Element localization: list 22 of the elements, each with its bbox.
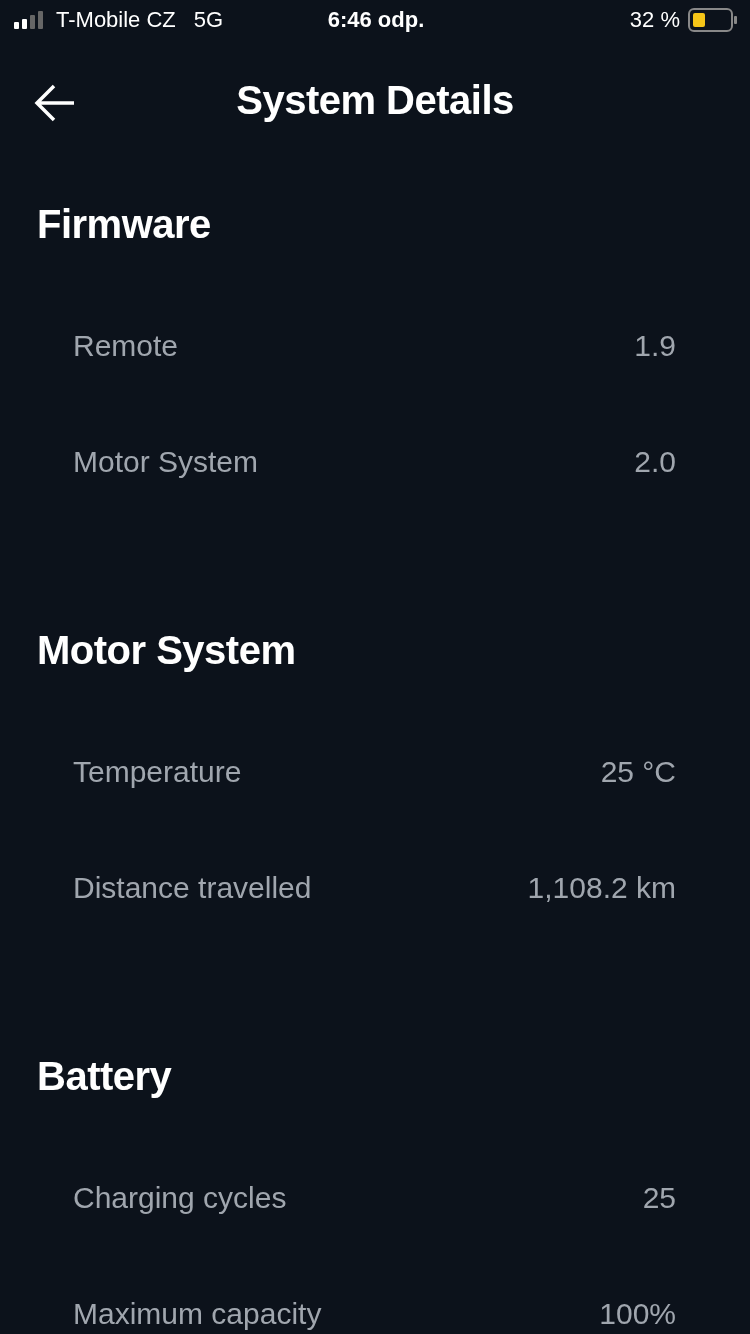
detail-value: 1,108.2 km xyxy=(527,871,676,905)
carrier-name: T-Mobile CZ xyxy=(56,7,176,33)
screen-title: System Details xyxy=(236,77,514,124)
section-title: Battery xyxy=(37,1054,172,1098)
detail-value: 1.9 xyxy=(634,329,676,363)
battery-percent: 32 % xyxy=(629,7,680,33)
detail-value: 25 °C xyxy=(600,755,676,789)
detail-label: Distance travelled xyxy=(73,871,312,905)
network-type: 5G xyxy=(193,7,224,33)
section-title: Motor System xyxy=(37,628,296,672)
detail-label: Charging cycles xyxy=(73,1181,287,1215)
detail-value: 25 xyxy=(642,1181,676,1215)
detail-label: Maximum capacity xyxy=(73,1297,322,1331)
detail-label: Remote xyxy=(73,329,179,363)
clock-time: 6:46 odp. xyxy=(327,7,425,32)
signal-icon xyxy=(14,11,46,29)
detail-label: Temperature xyxy=(73,755,242,789)
section-title: Firmware xyxy=(37,202,211,246)
detail-value: 100% xyxy=(599,1297,676,1331)
detail-label: Motor System xyxy=(73,445,259,479)
detail-value: 2.0 xyxy=(634,445,676,479)
battery-icon xyxy=(688,8,738,32)
